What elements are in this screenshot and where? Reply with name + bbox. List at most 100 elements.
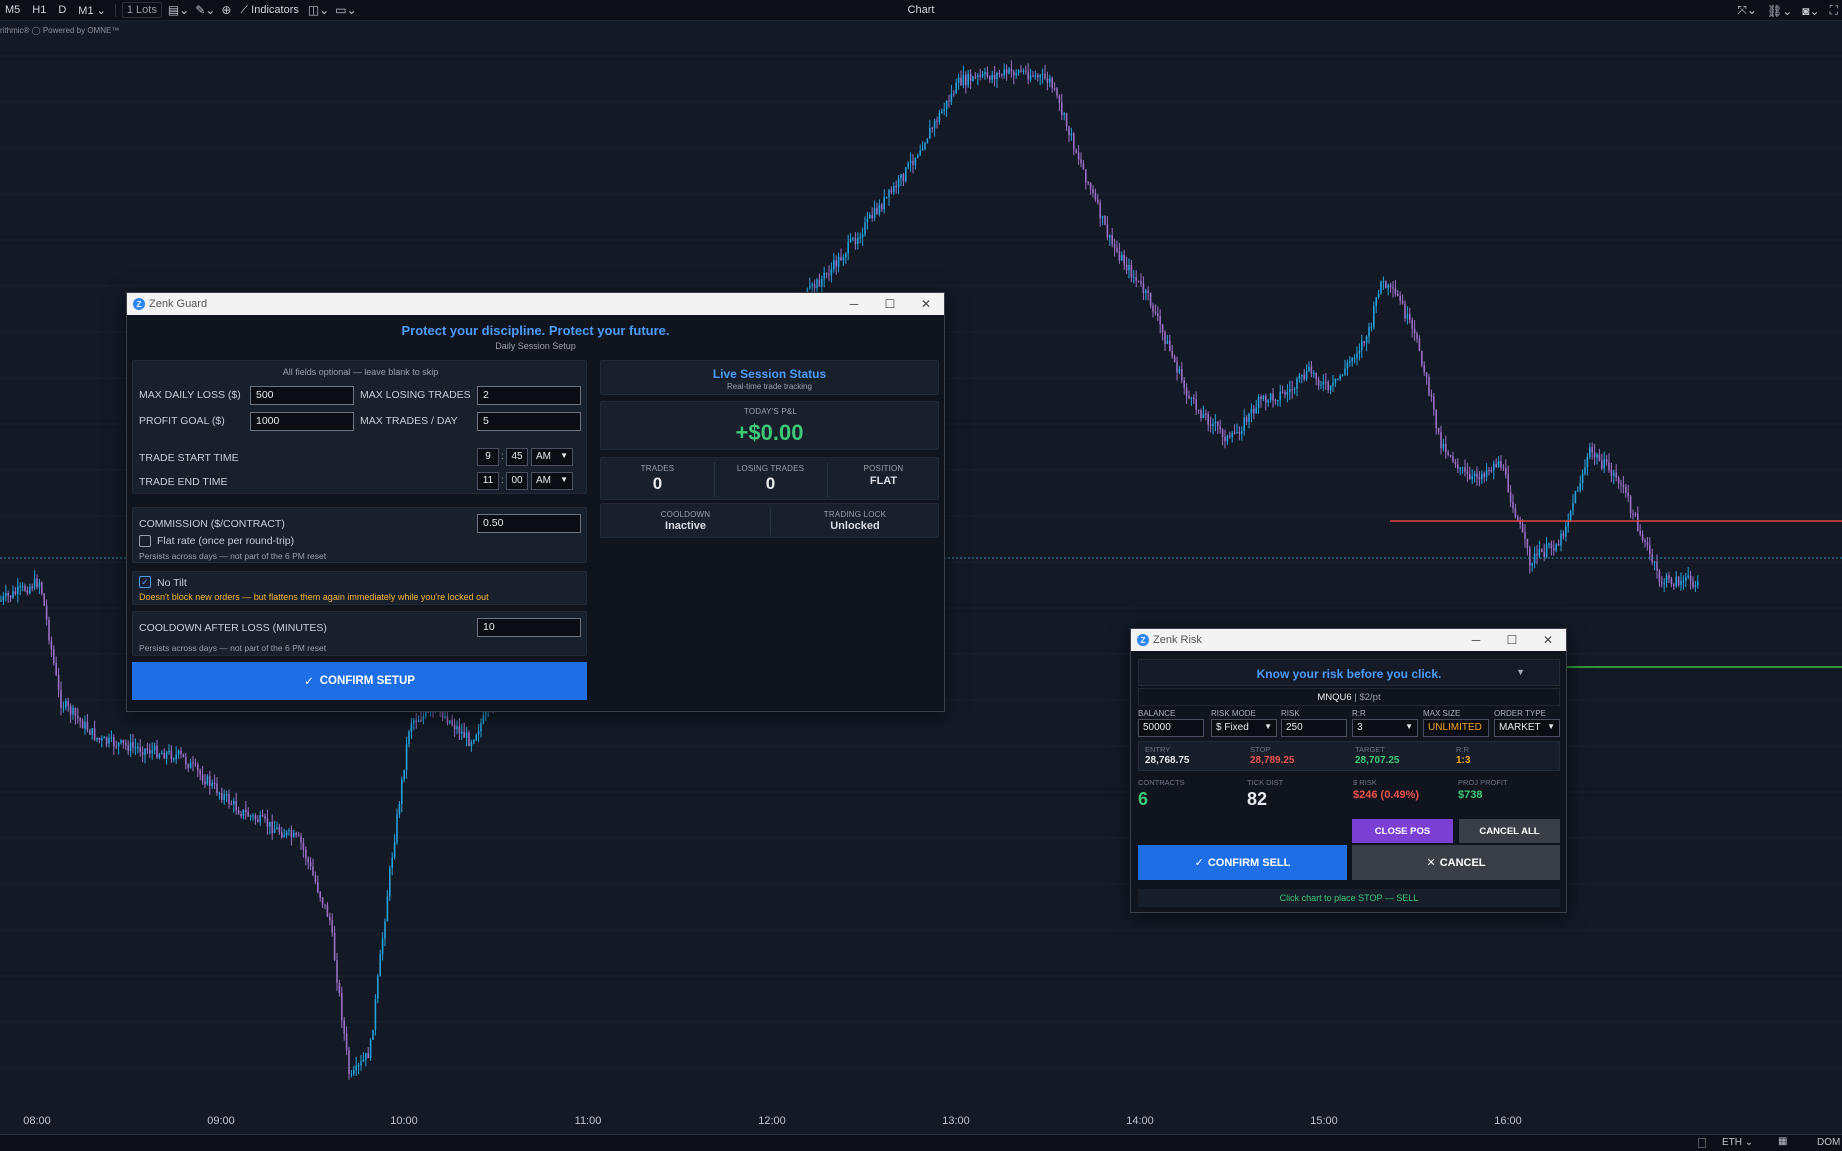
zoom-icon[interactable]: ⊕ xyxy=(221,3,231,17)
dom-button[interactable]: DOM xyxy=(1817,1137,1840,1148)
timeframe-m5[interactable]: M5 xyxy=(2,4,23,16)
candle-body xyxy=(1459,468,1461,470)
entry-label: ENTRY xyxy=(1145,745,1171,754)
candle-body xyxy=(1363,341,1365,343)
cooldown-input[interactable]: 10 xyxy=(477,618,581,637)
candle-body xyxy=(110,737,113,739)
templates-icon[interactable]: ▭⌄ xyxy=(335,3,356,17)
strategy-icon[interactable]: ◫⌄ xyxy=(308,3,329,17)
candle-body xyxy=(1344,368,1346,375)
max-size-input[interactable]: UNLIMITED xyxy=(1423,719,1489,737)
order-type-select[interactable]: MARKET ▼ xyxy=(1494,719,1560,737)
session-selector[interactable]: ETH ⌄ xyxy=(1722,1137,1753,1148)
candle-body xyxy=(1368,327,1370,337)
rr-select[interactable]: 3 ▼ xyxy=(1352,719,1418,737)
drawing-pencil-icon[interactable]: ✎⌄ xyxy=(195,3,215,17)
end-hour-input[interactable]: 11 xyxy=(477,472,499,490)
risk-banner[interactable]: Know your risk before you click. ▼ xyxy=(1138,659,1560,686)
camera-icon[interactable]: ◙⌄ xyxy=(1802,4,1819,18)
candle-body xyxy=(1257,396,1260,408)
candle-body xyxy=(1509,492,1512,502)
indicators-button[interactable]: ⟋ Indicators xyxy=(237,4,301,17)
candle-body xyxy=(1092,189,1094,193)
start-hour-input[interactable]: 9 xyxy=(477,448,499,466)
close-icon[interactable]: ✕ xyxy=(908,293,944,315)
candle-body xyxy=(1629,496,1632,514)
candle-body xyxy=(309,862,312,867)
guard-titlebar[interactable]: Z Zenk Guard ─ ☐ ✕ xyxy=(127,293,944,315)
lots-selector[interactable]: 1 Lots xyxy=(121,2,162,18)
collapse-caret-icon[interactable]: ▼ xyxy=(1516,667,1525,677)
candle-body xyxy=(1241,431,1243,434)
max-trades-input[interactable]: 5 xyxy=(477,412,581,431)
candle-body xyxy=(19,586,21,588)
max-losing-trades-input[interactable]: 2 xyxy=(477,386,581,405)
candle-body xyxy=(230,803,233,805)
chart-type-icon[interactable]: ▤⌄ xyxy=(168,3,189,17)
confirm-sell-button[interactable]: ✓ CONFIRM SELL xyxy=(1138,845,1347,880)
start-ampm-select[interactable]: AM ▼ xyxy=(531,448,573,466)
candle-body xyxy=(1457,464,1459,469)
end-ampm-select[interactable]: AM ▼ xyxy=(531,472,573,490)
candle-body xyxy=(1682,580,1685,582)
fullscreen-icon[interactable]: ⛶ xyxy=(1830,3,1838,18)
candle-body xyxy=(134,747,137,749)
candle-body xyxy=(0,600,2,602)
candle-body xyxy=(201,774,204,782)
candle-body xyxy=(149,750,151,754)
candle-body xyxy=(139,747,141,752)
close-position-button[interactable]: CLOSE POS xyxy=(1352,819,1453,843)
end-minute-input[interactable]: 00 xyxy=(506,472,528,490)
candle-body xyxy=(1329,385,1332,391)
candle-body xyxy=(1130,264,1133,278)
timeframe-h1[interactable]: H1 xyxy=(29,4,49,16)
max-daily-loss-input[interactable]: 500 xyxy=(250,386,354,405)
candle-body xyxy=(1433,396,1435,410)
link-icon[interactable]: ⛓⌄ xyxy=(1767,4,1792,18)
candle-body xyxy=(1589,447,1591,457)
candle-body xyxy=(41,582,43,594)
candle-body xyxy=(1346,362,1349,369)
candle-body xyxy=(1121,255,1123,261)
candle-body xyxy=(1397,293,1399,297)
sync-icon[interactable]: ⤧⌄ xyxy=(1737,3,1757,18)
candle-body xyxy=(1610,470,1613,476)
cancel-all-button[interactable]: CANCEL ALL xyxy=(1459,819,1560,843)
candle-body xyxy=(129,742,132,752)
flat-rate-checkbox[interactable] xyxy=(139,535,151,547)
calendar-icon[interactable]: ▦ xyxy=(1778,1136,1787,1147)
candle-body xyxy=(1209,424,1212,427)
start-minute-input[interactable]: 45 xyxy=(506,448,528,466)
candle-body xyxy=(1157,313,1159,316)
profit-goal-input[interactable]: 1000 xyxy=(250,412,354,431)
minimize-icon[interactable]: ─ xyxy=(1458,629,1494,651)
candle-body xyxy=(1214,421,1217,424)
close-icon[interactable]: ✕ xyxy=(1530,629,1566,651)
trade-start-label: TRADE START TIME xyxy=(139,452,239,464)
confirm-setup-button[interactable]: ✓ CONFIRM SETUP xyxy=(132,662,587,700)
candle-body xyxy=(1488,470,1490,472)
candle-body xyxy=(1689,575,1692,582)
minimize-icon[interactable]: ─ xyxy=(836,293,872,315)
candle-body xyxy=(1562,533,1565,537)
risk-mode-select[interactable]: $ Fixed ▼ xyxy=(1211,719,1277,737)
candle-body xyxy=(1039,75,1041,78)
commission-input[interactable]: 0.50 xyxy=(477,514,581,533)
candle-body xyxy=(84,721,86,729)
candle-body xyxy=(1025,70,1027,72)
maximize-icon[interactable]: ☐ xyxy=(1494,629,1530,651)
risk-titlebar[interactable]: Z Zenk Risk ─ ☐ ✕ xyxy=(1131,629,1566,651)
risk-input[interactable]: 250 xyxy=(1281,719,1347,737)
timeframe-d[interactable]: D xyxy=(55,4,69,16)
maximize-icon[interactable]: ☐ xyxy=(872,293,908,315)
cancel-button[interactable]: ✕ CANCEL xyxy=(1352,845,1560,880)
candle-body xyxy=(146,748,149,751)
balance-input[interactable]: 50000 xyxy=(1138,719,1204,737)
candle-body xyxy=(1161,324,1164,333)
candle-body xyxy=(1017,70,1020,74)
scroll-handle[interactable] xyxy=(1698,1138,1706,1148)
timeframe-m1[interactable]: M1 ⌄ xyxy=(75,4,109,17)
candle-body xyxy=(1013,71,1015,76)
candle-body xyxy=(293,832,295,838)
no-tilt-checkbox[interactable]: ✓ xyxy=(139,576,151,588)
